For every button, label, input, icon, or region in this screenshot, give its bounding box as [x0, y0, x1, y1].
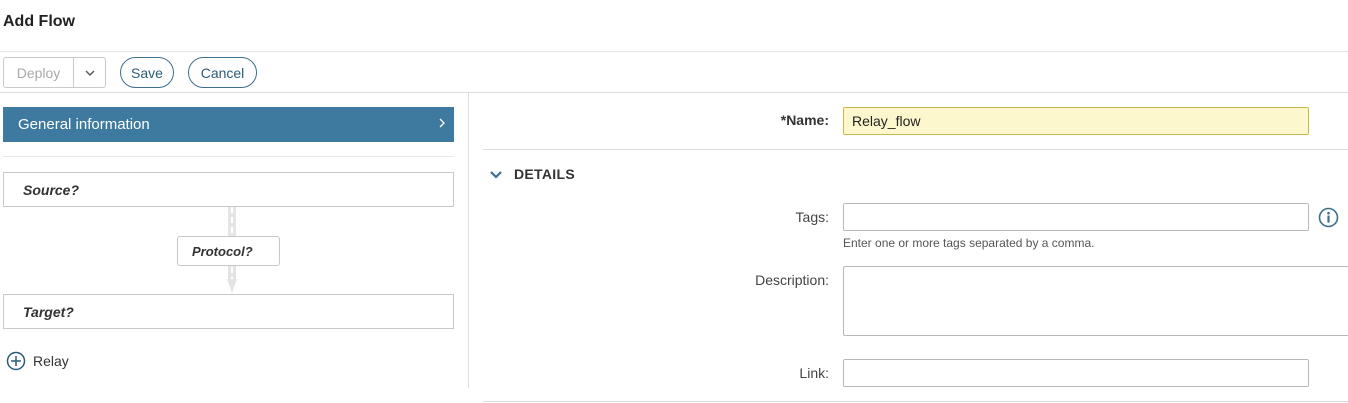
page-title: Add Flow: [3, 13, 75, 30]
target-label: Target?: [23, 303, 74, 320]
add-relay-button[interactable]: Relay: [6, 351, 69, 371]
chevron-down-icon: [85, 70, 94, 76]
plus-circle-icon: [6, 351, 26, 371]
protocol-node[interactable]: Protocol?: [177, 236, 280, 266]
divider: [483, 149, 1348, 150]
chevron-down-icon: [490, 170, 502, 179]
divider: [483, 401, 1348, 402]
link-label: Link:: [799, 365, 829, 381]
info-icon[interactable]: [1318, 207, 1339, 228]
tags-field[interactable]: [843, 203, 1309, 231]
name-label: *Name:: [780, 112, 829, 128]
source-label: Source?: [23, 181, 80, 198]
description-label: Description:: [755, 272, 829, 288]
cancel-button[interactable]: Cancel: [188, 57, 257, 88]
name-field[interactable]: Relay_flow: [843, 107, 1309, 135]
general-information-label: General information: [18, 116, 150, 133]
divider: [0, 92, 1348, 93]
panel-divider: [468, 93, 469, 388]
protocol-label: Protocol?: [192, 243, 253, 259]
details-section-toggle[interactable]: DETAILS: [489, 166, 575, 182]
deploy-menu-button[interactable]: [74, 58, 105, 87]
description-field[interactable]: [843, 266, 1348, 336]
target-node[interactable]: Target?: [3, 294, 454, 329]
details-header-label: DETAILS: [514, 166, 575, 182]
deploy-button[interactable]: Deploy: [4, 58, 74, 87]
add-relay-label: Relay: [33, 353, 69, 369]
divider: [3, 156, 454, 157]
general-information-item[interactable]: General information: [3, 107, 454, 142]
source-node[interactable]: Source?: [3, 172, 454, 207]
toolbar: Deploy Save Cancel: [0, 52, 1348, 93]
link-field[interactable]: [843, 359, 1309, 387]
tags-hint: Enter one or more tags separated by a co…: [843, 236, 1095, 250]
chevron-right-icon: [439, 118, 445, 128]
tags-label: Tags:: [795, 209, 829, 225]
deploy-split-button[interactable]: Deploy: [3, 57, 106, 88]
save-button[interactable]: Save: [120, 57, 174, 88]
